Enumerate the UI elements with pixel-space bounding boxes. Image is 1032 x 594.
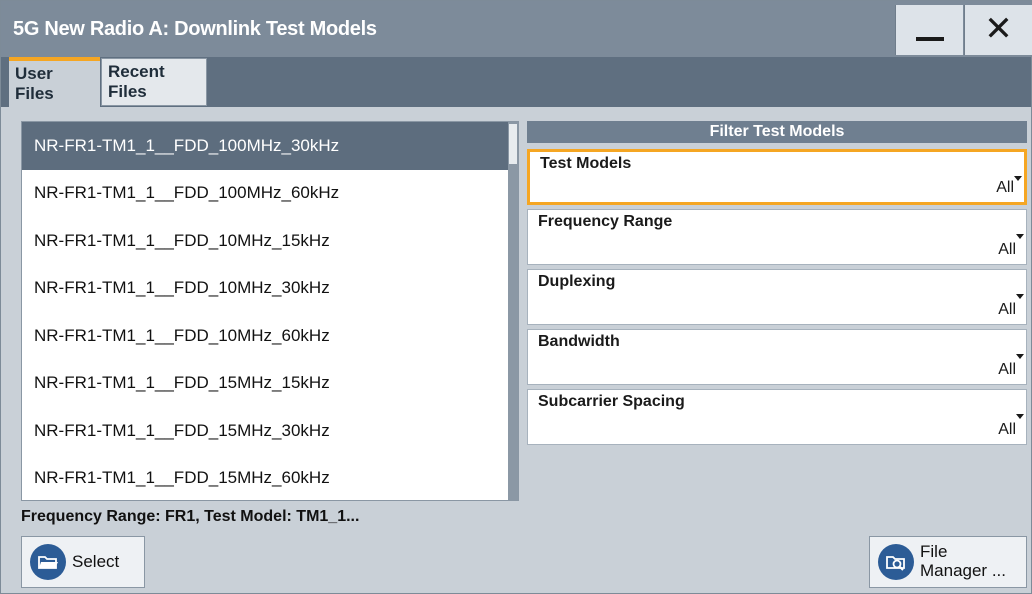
select-button-label: Select	[72, 551, 120, 571]
filter-value: All	[998, 301, 1016, 318]
window-title: 5G New Radio A: Downlink Test Models	[13, 18, 377, 40]
filter-label: Subcarrier Spacing	[538, 393, 685, 410]
filter-dropdown-test-models[interactable]: Test Models All	[527, 149, 1027, 205]
file-list-item[interactable]: NR-FR1-TM1_1__FDD_100MHz_30kHz	[22, 122, 518, 170]
file-list-item[interactable]: NR-FR1-TM1_1__FDD_10MHz_15kHz	[22, 217, 518, 265]
filter-value: All	[998, 241, 1016, 258]
filter-label: Duplexing	[538, 273, 616, 290]
tab-recent-files[interactable]: Recent Files	[101, 58, 207, 106]
filter-header: Filter Test Models	[527, 121, 1027, 143]
filter-value: All	[998, 421, 1016, 438]
close-button[interactable]: ✕	[964, 5, 1032, 55]
title-bar: 5G New Radio A: Downlink Test Models ✕	[1, 1, 1032, 57]
filter-value: All	[998, 361, 1016, 378]
select-button[interactable]: Select	[21, 536, 145, 588]
file-list-item[interactable]: NR-FR1-TM1_1__FDD_10MHz_30kHz	[22, 265, 518, 313]
scrollbar-thumb[interactable]	[509, 124, 517, 164]
folder-search-icon	[878, 544, 914, 580]
dropdown-arrow-icon	[1016, 234, 1024, 239]
file-list-item[interactable]: NR-FR1-TM1_1__FDD_100MHz_60kHz	[22, 170, 518, 218]
filter-label: Bandwidth	[538, 333, 620, 350]
dialog-window: 5G New Radio A: Downlink Test Models ✕ U…	[0, 0, 1032, 594]
minimize-button[interactable]	[895, 5, 963, 55]
tab-user-files[interactable]: User Files	[9, 57, 100, 107]
dropdown-arrow-icon	[1016, 414, 1024, 419]
file-list-item[interactable]: NR-FR1-TM1_1__FDD_10MHz_60kHz	[22, 312, 518, 360]
tab-strip: User Files Recent Files	[1, 57, 1031, 107]
file-manager-button[interactable]: File Manager ...	[869, 536, 1027, 588]
minimize-icon	[915, 37, 944, 41]
file-manager-label-line1: File	[920, 542, 948, 562]
filter-panel: Filter Test Models Test Models All Frequen…	[527, 121, 1027, 445]
dropdown-arrow-icon	[1016, 354, 1024, 359]
file-list[interactable]: NR-FR1-TM1_1__FDD_100MHz_30kHz NR-FR1-TM1…	[21, 121, 519, 501]
file-list-item[interactable]: NR-FR1-TM1_1__FDD_15MHz_60kHz	[22, 455, 518, 501]
filter-dropdown-bandwidth[interactable]: Bandwidth All	[527, 329, 1027, 385]
filter-dropdown-subcarrier-spacing[interactable]: Subcarrier Spacing All	[527, 389, 1027, 445]
close-icon: ✕	[984, 10, 1013, 48]
filter-dropdown-duplexing[interactable]: Duplexing All	[527, 269, 1027, 325]
dropdown-arrow-icon	[1014, 176, 1022, 181]
filter-label: Test Models	[540, 155, 632, 172]
filter-dropdown-frequency-range[interactable]: Frequency Range All	[527, 209, 1027, 265]
selection-status: Frequency Range: FR1, Test Model: TM1_1.…	[21, 508, 360, 525]
list-scrollbar[interactable]	[508, 122, 518, 500]
file-list-item[interactable]: NR-FR1-TM1_1__FDD_15MHz_30kHz	[22, 407, 518, 455]
filter-label: Frequency Range	[538, 213, 673, 230]
folder-open-icon	[30, 544, 66, 580]
file-list-item[interactable]: NR-FR1-TM1_1__FDD_15MHz_15kHz	[22, 360, 518, 408]
filter-value: All	[996, 179, 1014, 196]
file-manager-label-line2: Manager ...	[920, 561, 1006, 580]
dropdown-arrow-icon	[1016, 294, 1024, 299]
file-manager-button-label: File Manager ...	[920, 543, 1006, 580]
